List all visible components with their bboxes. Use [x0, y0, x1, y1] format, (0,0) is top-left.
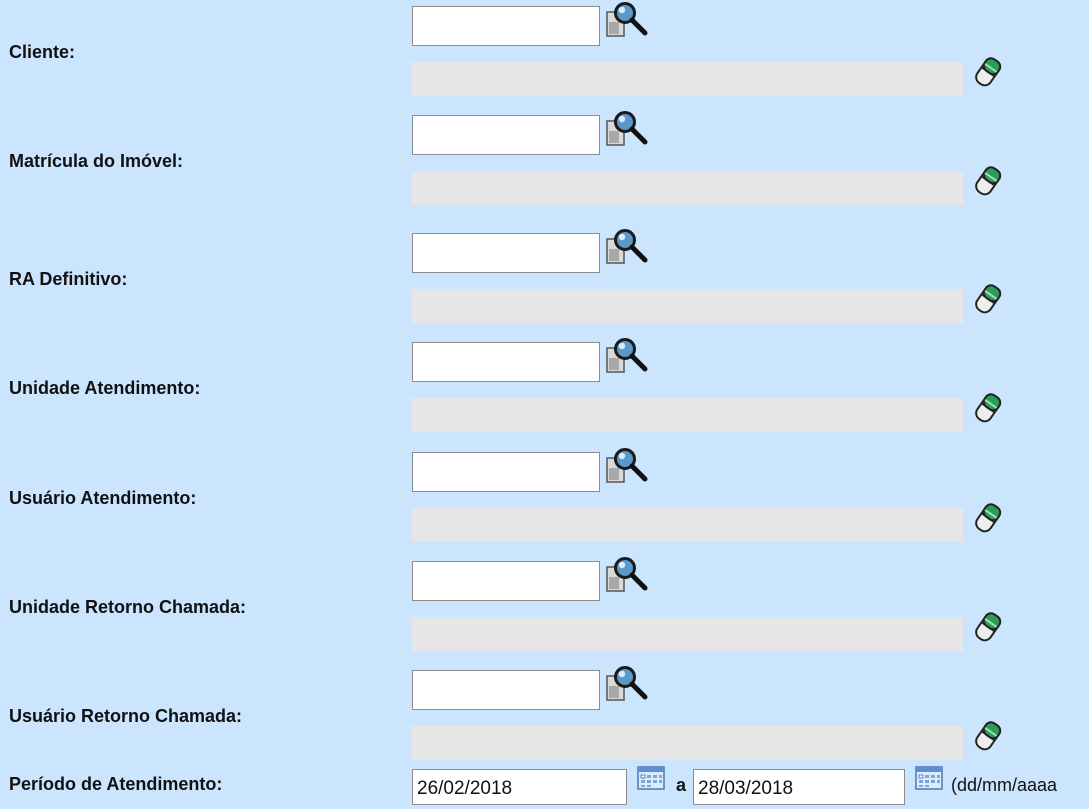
eraser-icon[interactable]	[970, 498, 1006, 538]
ra-definitivo-description-field	[412, 289, 963, 323]
search-icon[interactable]	[604, 555, 650, 595]
period-row: Período de Atendimento: a (dd/mm/aaaa	[0, 760, 1089, 809]
matricula-label: Matrícula do Imóvel:	[9, 151, 184, 171]
usuario-retorno-label: Usuário Retorno Chamada:	[9, 706, 243, 726]
eraser-icon[interactable]	[970, 716, 1006, 756]
filter-row-unidade-atendimento: Unidade Atendimento:	[0, 342, 1089, 452]
eraser-icon[interactable]	[970, 161, 1006, 201]
cliente-description-field	[412, 62, 963, 96]
eraser-icon[interactable]	[970, 279, 1006, 319]
unidade-atendimento-label: Unidade Atendimento:	[9, 378, 201, 398]
cliente-code-input[interactable]	[412, 6, 600, 46]
filter-row-matricula: Matrícula do Imóvel:	[0, 115, 1089, 225]
search-icon[interactable]	[604, 0, 650, 40]
search-icon[interactable]	[604, 227, 650, 267]
eraser-icon[interactable]	[970, 607, 1006, 647]
period-separator: a	[676, 775, 687, 795]
usuario-retorno-description-field	[412, 726, 963, 760]
ra-definitivo-label: RA Definitivo:	[9, 269, 128, 289]
unidade-atendimento-code-input[interactable]	[412, 342, 600, 382]
filter-row-ra-definitivo: RA Definitivo:	[0, 233, 1089, 343]
unidade-retorno-description-field	[412, 617, 963, 651]
date-format-hint: (dd/mm/aaaa	[951, 775, 1058, 795]
period-label: Período de Atendimento:	[9, 774, 223, 794]
eraser-icon[interactable]	[970, 388, 1006, 428]
usuario-atendimento-label: Usuário Atendimento:	[9, 488, 197, 508]
matricula-code-input[interactable]	[412, 115, 600, 155]
filter-row-cliente: Cliente:	[0, 6, 1089, 116]
calendar-icon[interactable]	[915, 766, 943, 790]
search-icon[interactable]	[604, 336, 650, 376]
search-icon[interactable]	[604, 109, 650, 149]
filter-form: Cliente: Matrícula do Imóvel: RA Definit…	[0, 0, 1089, 809]
unidade-atendimento-description-field	[412, 398, 963, 432]
start-date-input[interactable]	[412, 769, 627, 805]
unidade-retorno-label: Unidade Retorno Chamada:	[9, 597, 247, 617]
end-date-input[interactable]	[693, 769, 905, 805]
filter-row-unidade-retorno: Unidade Retorno Chamada:	[0, 561, 1089, 671]
usuario-atendimento-description-field	[412, 508, 963, 542]
calendar-icon[interactable]	[637, 766, 665, 790]
eraser-icon[interactable]	[970, 52, 1006, 92]
unidade-retorno-code-input[interactable]	[412, 561, 600, 601]
cliente-label: Cliente:	[9, 42, 76, 62]
ra-definitivo-code-input[interactable]	[412, 233, 600, 273]
usuario-atendimento-code-input[interactable]	[412, 452, 600, 492]
search-icon[interactable]	[604, 664, 650, 704]
search-icon[interactable]	[604, 446, 650, 486]
filter-row-usuario-atendimento: Usuário Atendimento:	[0, 452, 1089, 562]
matricula-description-field	[412, 171, 963, 205]
usuario-retorno-code-input[interactable]	[412, 670, 600, 710]
